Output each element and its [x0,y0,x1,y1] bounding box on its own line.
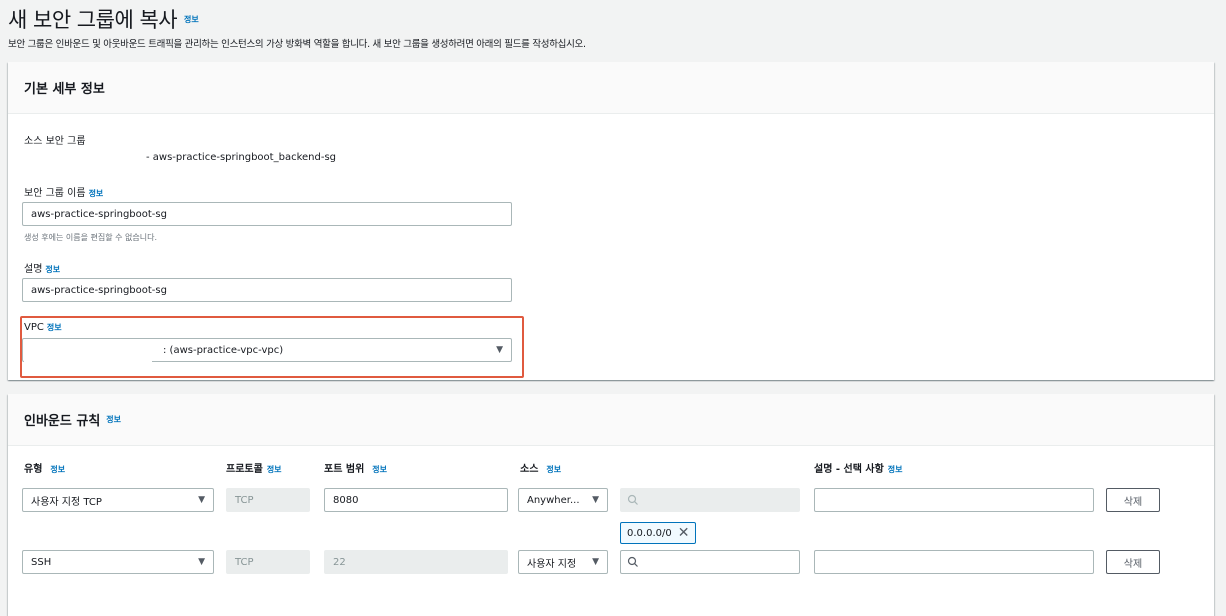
rule-2-port-value: 22 [333,556,346,568]
col-description-info[interactable]: 정보 [888,465,903,474]
rule-1-type-select[interactable]: 사용자 지정 TCP ▼ [22,488,214,512]
source-sg-label: 소스 보안 그룹 [24,132,86,147]
col-port: 포트 범위 정보 [324,460,387,475]
basic-details-header: 기본 세부 정보 [8,62,1214,114]
basic-details-panel: 기본 세부 정보 소스 보안 그룹 - aws-practice-springb… [8,62,1214,380]
col-protocol: 프로토콜 정보 [226,460,282,475]
rule-2-delete-button[interactable]: 삭제 [1106,550,1160,574]
sg-name-input-value: aws-practice-springboot-sg [31,208,167,220]
caret-down-icon: ▼ [592,557,599,567]
sg-name-hint: 생성 후에는 이름을 편집할 수 없습니다. [24,233,158,242]
rule-1-source-select[interactable]: Anywher... ▼ [518,488,608,512]
col-type: 유형 정보 [24,460,65,475]
rule-1-port-input[interactable]: 8080 [324,488,508,512]
col-type-text: 유형 [24,464,43,475]
basic-details-title: 기본 세부 정보 [24,82,105,97]
inbound-rules-info-link[interactable]: 정보 [106,414,121,425]
redacted-area [24,340,152,362]
search-icon [627,494,638,505]
description-label-text: 설명 [24,264,43,275]
col-source-info[interactable]: 정보 [546,465,561,474]
col-source-text: 소스 [520,464,539,475]
source-sg-value: - aws-practice-springboot_backend-sg [146,152,337,163]
description-input-value: aws-practice-springboot-sg [31,284,167,296]
rule-2-protocol-value: TCP [235,556,254,568]
vpc-label-text: VPC [24,322,44,333]
caret-down-icon: ▼ [198,495,205,505]
rule-1-source-value: Anywher... [527,494,580,506]
rule-2-source-value: 사용자 지정 [527,558,577,570]
vpc-select-value: : (aws-practice-vpc-vpc) [163,344,284,356]
rule-1-cidr-token: 0.0.0.0/0 ✕ [620,522,697,544]
caret-down-icon: ▼ [198,557,205,567]
page-title: 새 보안 그룹에 복사 [8,8,178,32]
col-protocol-text: 프로토콜 [226,464,263,475]
source-sg-label-text: 소스 보안 그룹 [24,136,86,147]
rule-2-description-input[interactable] [814,550,1094,574]
vpc-info-link[interactable]: 정보 [47,323,62,332]
col-protocol-info[interactable]: 정보 [267,465,282,474]
inbound-rules-title: 인바운드 규칙 [24,414,101,429]
caret-down-icon: ▼ [592,495,599,505]
inbound-rules-panel: 인바운드 규칙 정보 유형 정보 프로토콜 정보 포트 범위 정보 소스 정보 설명 -… [8,394,1214,616]
rule-1-delete-button[interactable]: 삭제 [1106,488,1160,512]
col-source: 소스 정보 [520,460,561,475]
col-description-text: 설명 - 선택 사항 [814,464,884,475]
cidr-token-text: 0.0.0.0/0 [627,527,672,539]
rule-1-protocol-value: TCP [235,494,254,506]
col-type-info[interactable]: 정보 [50,465,65,474]
rule-2-port-field: 22 [324,550,508,574]
rule-2-protocol-field: TCP [226,550,310,574]
rule-2-source-select[interactable]: 사용자 지정 ▼ [518,550,608,574]
description-label: 설명 정보 [24,260,60,275]
rule-1-type-value: 사용자 지정 TCP [31,496,102,508]
inbound-rules-header: 인바운드 규칙 정보 [8,394,1214,446]
col-port-info[interactable]: 정보 [372,465,387,474]
caret-down-icon: ▼ [496,345,503,355]
rule-1-port-value: 8080 [333,494,359,506]
rule-2-type-value: SSH [31,556,52,568]
search-icon [627,556,638,567]
page-description: 보안 그룹은 인바운드 및 아웃바운드 트래픽을 관리하는 인스턴스의 가상 방… [8,39,586,50]
rule-1-description-input[interactable] [814,488,1094,512]
sg-name-label-text: 보안 그룹 이름 [24,188,86,199]
description-info-link[interactable]: 정보 [45,265,60,274]
col-description: 설명 - 선택 사항 정보 [814,460,903,475]
rule-1-protocol-field: TCP [226,488,310,512]
rule-2-source-search[interactable] [620,550,800,574]
rule-1-source-search[interactable] [620,488,800,512]
title-info-link[interactable]: 정보 [184,14,199,25]
sg-name-label: 보안 그룹 이름 정보 [24,184,103,199]
sg-name-info-link[interactable]: 정보 [89,189,104,198]
close-icon[interactable]: ✕ [678,526,690,540]
col-port-text: 포트 범위 [324,464,365,475]
vpc-label: VPC 정보 [24,322,62,333]
rule-2-type-select[interactable]: SSH ▼ [22,550,214,574]
description-input[interactable]: aws-practice-springboot-sg [22,278,512,302]
sg-name-input[interactable]: aws-practice-springboot-sg [22,202,512,226]
